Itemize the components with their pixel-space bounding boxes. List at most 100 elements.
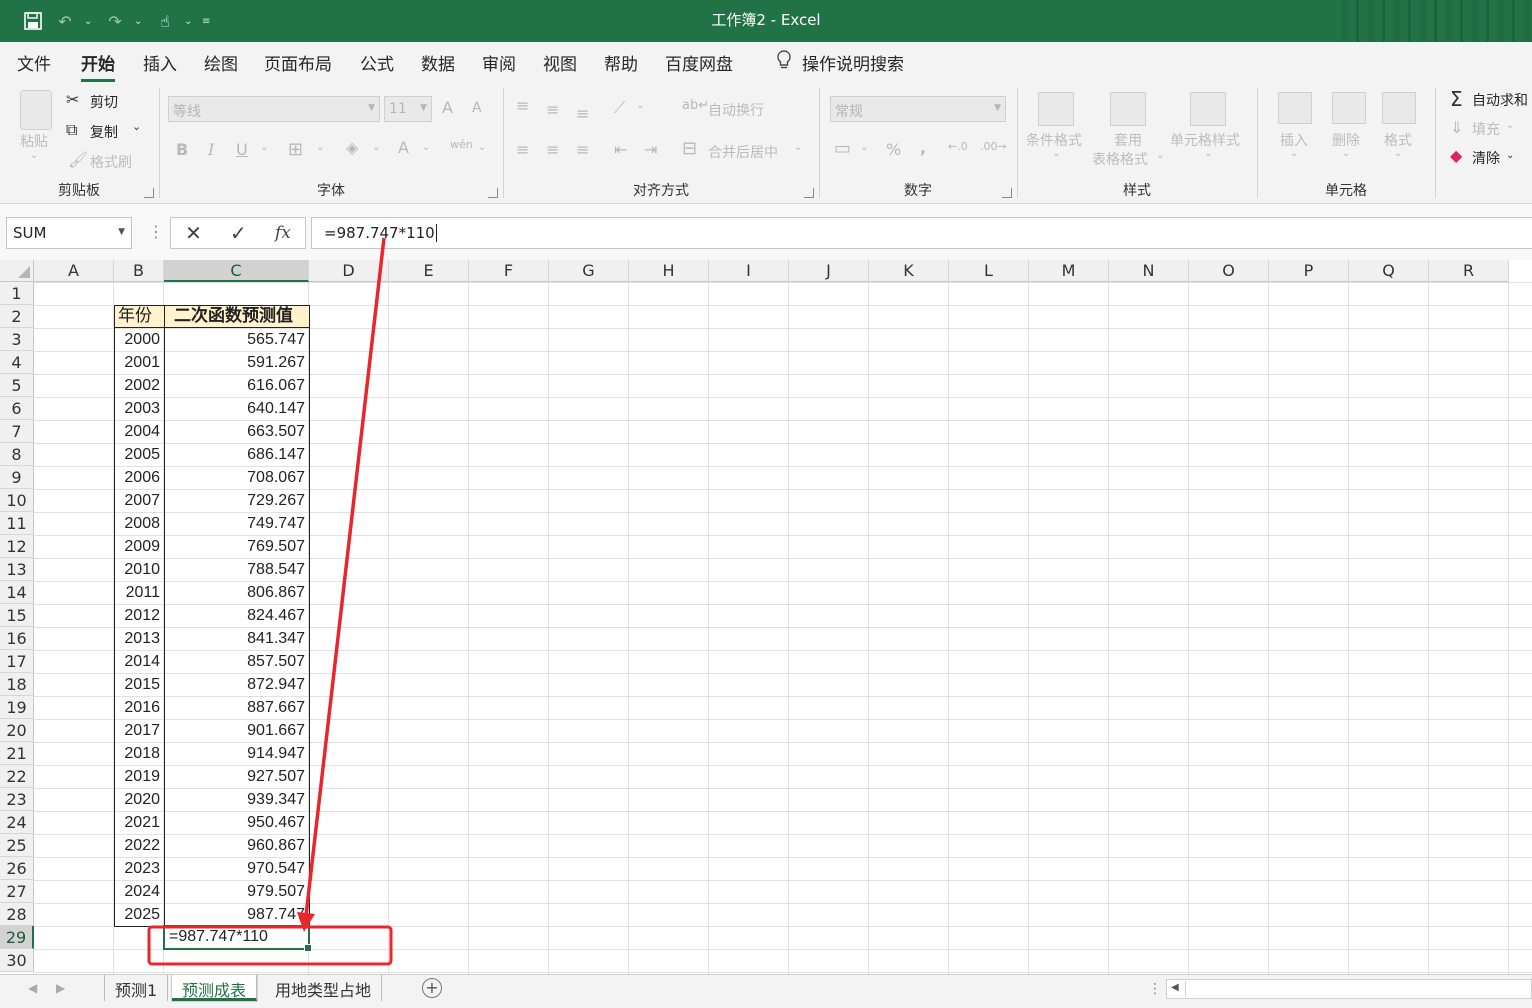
align-left-icon[interactable]: ≡: [516, 140, 529, 159]
format-dropdown-icon[interactable]: ⌄: [1394, 148, 1402, 159]
tab-home[interactable]: 开始: [81, 50, 115, 82]
font-size-combo[interactable]: 11 ▼: [384, 96, 432, 122]
formula-bar-grip-icon[interactable]: ⋮: [148, 222, 164, 241]
decrease-indent-icon[interactable]: ⇤: [614, 140, 627, 159]
horizontal-scrollbar[interactable]: ◀: [1166, 979, 1532, 999]
merge-center-button[interactable]: 合并后居中: [708, 142, 778, 162]
column-header-e[interactable]: E: [389, 260, 469, 282]
row-header-5[interactable]: 5: [0, 374, 34, 397]
value-cell[interactable]: 970.547: [164, 857, 309, 880]
active-cell-c29[interactable]: =987.747*110: [163, 925, 312, 952]
year-cell[interactable]: 2000: [114, 328, 164, 351]
borders-icon[interactable]: ⊞: [288, 139, 303, 160]
tab-page-layout[interactable]: 页面布局: [264, 50, 332, 75]
row-header-11[interactable]: 11: [0, 512, 34, 535]
accounting-dropdown-icon[interactable]: ⌄: [860, 142, 868, 153]
tab-help[interactable]: 帮助: [604, 50, 638, 75]
row-header-4[interactable]: 4: [0, 351, 34, 374]
year-cell[interactable]: 2012: [114, 604, 164, 627]
value-cell[interactable]: 901.667: [164, 719, 309, 742]
value-cell[interactable]: 708.067: [164, 466, 309, 489]
orientation-dropdown-icon[interactable]: ⌄: [636, 100, 644, 111]
cell-area[interactable]: 年份 二次函数预测值 2000 565.747 2001 591.267 2002 616.0…: [34, 282, 1532, 974]
align-right-icon[interactable]: ≡: [576, 140, 589, 159]
cut-button[interactable]: 剪切: [90, 92, 118, 112]
value-cell[interactable]: 824.467: [164, 604, 309, 627]
tab-baidu-netdisk[interactable]: 百度网盘: [665, 50, 733, 75]
tab-file[interactable]: 文件: [17, 50, 51, 75]
tab-view[interactable]: 视图: [543, 50, 577, 75]
decrease-decimal-icon[interactable]: .00→: [980, 140, 1007, 153]
column-header-j[interactable]: J: [789, 260, 869, 282]
grow-font-icon[interactable]: A: [442, 98, 453, 117]
year-cell[interactable]: 2015: [114, 673, 164, 696]
column-header-c[interactable]: C: [164, 260, 309, 282]
underline-dropdown-icon[interactable]: ⌄: [260, 142, 268, 153]
column-header-g[interactable]: G: [549, 260, 629, 282]
fill-color-icon[interactable]: ◈: [346, 138, 358, 157]
insert-dropdown-icon[interactable]: ⌄: [1290, 148, 1298, 159]
year-cell[interactable]: 2020: [114, 788, 164, 811]
orientation-icon[interactable]: ⟋: [614, 98, 625, 118]
column-header-b[interactable]: B: [114, 260, 164, 282]
increase-indent-icon[interactable]: ⇥: [644, 140, 657, 159]
row-header-21[interactable]: 21: [0, 742, 34, 765]
align-bottom-icon[interactable]: ≡: [576, 104, 589, 123]
number-format-combo[interactable]: 常规 ▼: [830, 96, 1006, 122]
column-header-f[interactable]: F: [469, 260, 549, 282]
column-header-q[interactable]: Q: [1349, 260, 1429, 282]
row-header-1[interactable]: 1: [0, 282, 34, 305]
value-cell[interactable]: 729.267: [164, 489, 309, 512]
paste-button[interactable]: 粘贴: [20, 131, 48, 151]
value-cell[interactable]: 960.867: [164, 834, 309, 857]
tab-review[interactable]: 审阅: [482, 50, 516, 75]
year-cell[interactable]: 2001: [114, 351, 164, 374]
year-cell[interactable]: 2010: [114, 558, 164, 581]
row-header-13[interactable]: 13: [0, 558, 34, 581]
font-name-combo[interactable]: 等线 ▼: [168, 96, 380, 122]
tab-data[interactable]: 数据: [421, 50, 455, 75]
cell-styles-dropdown-icon[interactable]: ⌄: [1204, 148, 1212, 159]
italic-button[interactable]: I: [208, 140, 214, 159]
value-cell[interactable]: 565.747: [164, 328, 309, 351]
copy-button[interactable]: 复制: [90, 122, 118, 142]
scrollbar-thumb[interactable]: [1185, 981, 1531, 997]
year-cell[interactable]: 2022: [114, 834, 164, 857]
column-header-d[interactable]: D: [309, 260, 389, 282]
row-header-26[interactable]: 26: [0, 857, 34, 880]
enter-entry-button[interactable]: ✓: [230, 221, 247, 245]
value-cell[interactable]: 769.507: [164, 535, 309, 558]
row-header-28[interactable]: 28: [0, 903, 34, 926]
clipboard-launcher-icon[interactable]: [144, 188, 154, 198]
year-cell[interactable]: 2003: [114, 397, 164, 420]
row-header-15[interactable]: 15: [0, 604, 34, 627]
tab-formulas[interactable]: 公式: [360, 50, 394, 75]
paste-icon[interactable]: [20, 90, 52, 130]
year-cell[interactable]: 2018: [114, 742, 164, 765]
cancel-entry-button[interactable]: ✕: [185, 221, 202, 245]
year-cell[interactable]: 2014: [114, 650, 164, 673]
year-cell[interactable]: 2019: [114, 765, 164, 788]
value-cell[interactable]: 806.867: [164, 581, 309, 604]
value-cell[interactable]: 887.667: [164, 696, 309, 719]
sheet-tab-land-use[interactable]: 用地类型占地: [265, 975, 383, 1001]
row-header-19[interactable]: 19: [0, 696, 34, 719]
paste-dropdown-icon[interactable]: ⌄: [30, 150, 38, 161]
value-cell[interactable]: 591.267: [164, 351, 309, 374]
value-cell[interactable]: 616.067: [164, 374, 309, 397]
row-header-22[interactable]: 22: [0, 765, 34, 788]
year-cell[interactable]: 2021: [114, 811, 164, 834]
align-center-icon[interactable]: ≡: [546, 140, 559, 159]
value-cell[interactable]: 686.147: [164, 443, 309, 466]
row-header-23[interactable]: 23: [0, 788, 34, 811]
year-cell[interactable]: 2002: [114, 374, 164, 397]
row-header-3[interactable]: 3: [0, 328, 34, 351]
row-header-20[interactable]: 20: [0, 719, 34, 742]
prev-sheet-icon[interactable]: ◀: [28, 981, 37, 995]
column-header-h[interactable]: H: [629, 260, 709, 282]
value-cell[interactable]: 939.347: [164, 788, 309, 811]
table-format-dropdown-icon[interactable]: ⌄: [1156, 150, 1164, 161]
column-header-l[interactable]: L: [949, 260, 1029, 282]
accounting-format-icon[interactable]: ▭: [834, 138, 851, 159]
value-cell[interactable]: 927.507: [164, 765, 309, 788]
